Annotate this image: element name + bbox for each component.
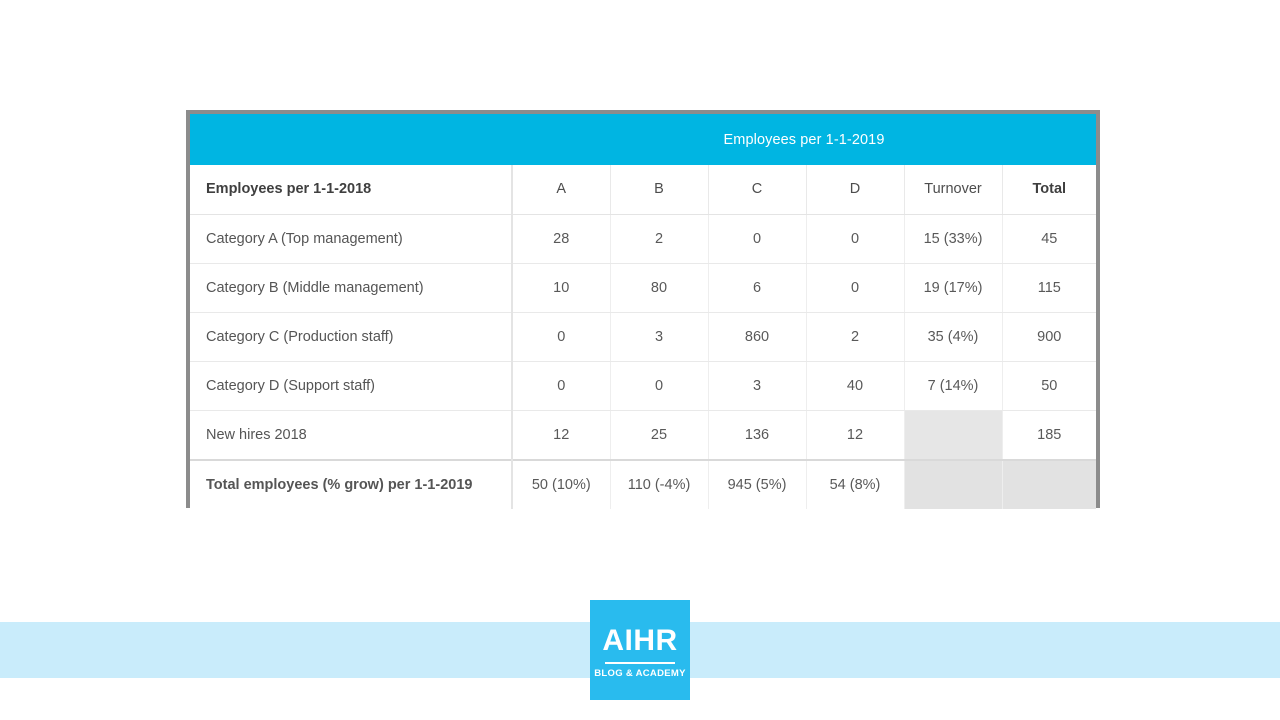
cell-total: 115 [1002,263,1097,313]
table-row: Category A (Top management) 28 2 0 0 15 … [190,214,1097,264]
table-row: Category B (Middle management) 10 80 6 0… [190,263,1097,313]
cell-d: 2 [806,312,905,363]
cell-turnover: 7 (14%) [904,361,1003,412]
cell-total [1002,458,1097,510]
cell-c: 6 [708,263,807,313]
cell-total: 900 [1002,312,1097,363]
cell-a: 12 [512,410,611,461]
cell-b: 3 [610,312,709,363]
cell-turnover: 15 (33%) [904,214,1003,264]
column-header-d: D [806,165,905,215]
row-label: New hires 2018 [190,410,513,461]
cell-turnover [904,410,1003,461]
table-total-row: Total employees (% grow) per 1-1-2019 50… [190,458,1097,510]
cell-total: 185 [1002,410,1097,461]
row-label: Total employees (% grow) per 1-1-2019 [190,458,513,510]
cell-d: 12 [806,410,905,461]
cell-a: 50 (10%) [512,458,611,510]
aihr-logo: AIHR BLOG & ACADEMY [590,600,690,700]
cell-d: 40 [806,361,905,412]
cell-d: 0 [806,263,905,313]
table-row: Category C (Production staff) 0 3 860 2 … [190,312,1097,363]
band-title-cell: Employees per 1-1-2019 [512,114,1097,165]
table-row: New hires 2018 12 25 136 12 185 [190,410,1097,461]
cell-a: 28 [512,214,611,264]
cell-b: 2 [610,214,709,264]
column-header-turnover: Turnover [904,165,1003,215]
logo-divider [605,661,675,664]
cell-c: 860 [708,312,807,363]
matrix-table: Employees per 1-1-2019 Employees per 1-1… [190,114,1097,510]
row-label: Category A (Top management) [190,214,513,264]
cell-c: 136 [708,410,807,461]
table-band-row: Employees per 1-1-2019 [190,114,1097,165]
cell-b: 110 (-4%) [610,458,709,510]
cell-d: 0 [806,214,905,264]
row-label: Category C (Production staff) [190,312,513,363]
column-header-a: A [512,165,611,215]
cell-b: 80 [610,263,709,313]
cell-total: 45 [1002,214,1097,264]
column-header-c: C [708,165,807,215]
cell-b: 0 [610,361,709,412]
cell-total: 50 [1002,361,1097,412]
cell-a: 10 [512,263,611,313]
table-header-row: Employees per 1-1-2018 A B C D Turnover … [190,165,1097,215]
band-empty-cell [190,114,512,165]
cell-turnover: 35 (4%) [904,312,1003,363]
table-row: Category D (Support staff) 0 0 3 40 7 (1… [190,361,1097,412]
cell-a: 0 [512,361,611,412]
cell-a: 0 [512,312,611,363]
logo-wordmark: AIHR [602,623,678,657]
column-header-label: Employees per 1-1-2018 [190,165,513,215]
cell-turnover [904,458,1003,510]
cell-b: 25 [610,410,709,461]
cell-c: 0 [708,214,807,264]
employee-transition-matrix-table: Employees per 1-1-2019 Employees per 1-1… [186,110,1100,510]
cell-c: 3 [708,361,807,412]
row-label: Category B (Middle management) [190,263,513,313]
column-header-b: B [610,165,709,215]
cell-turnover: 19 (17%) [904,263,1003,313]
cell-d: 54 (8%) [806,458,905,510]
logo-tagline: BLOG & ACADEMY [594,667,686,679]
cell-c: 945 (5%) [708,458,807,510]
row-label: Category D (Support staff) [190,361,513,412]
column-header-total: Total [1002,165,1097,215]
